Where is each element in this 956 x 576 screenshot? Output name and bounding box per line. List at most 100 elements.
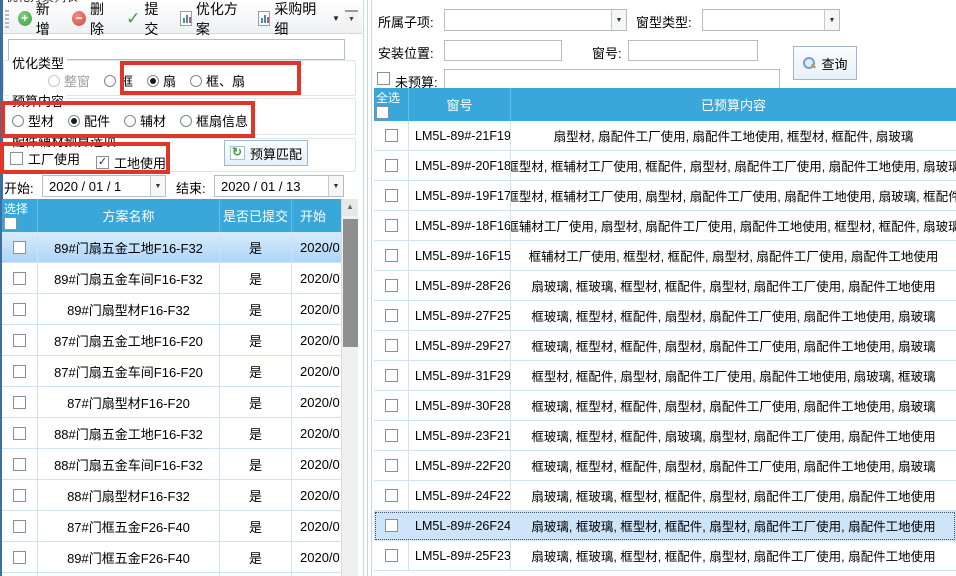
radio-budget-content[interactable]: 配件	[68, 111, 110, 130]
row-checkbox[interactable]	[385, 549, 398, 562]
checkbox-usage[interactable]: ✓工地使用	[96, 153, 166, 172]
row-checkbox[interactable]	[13, 241, 26, 254]
row-checkbox[interactable]	[13, 334, 26, 347]
no-budget-input[interactable]	[444, 69, 780, 90]
table-row[interactable]: 89#门扇五金工地F16-F32是2020/0	[2, 232, 358, 263]
end-date-picker[interactable]: 2020 / 01 / 13 ▼	[214, 175, 344, 197]
no-budget-checkbox[interactable]	[377, 72, 390, 85]
table-row[interactable]: LM5L-89#-25F23扇玻璃, 框玻璃, 框型材, 框配件, 扇型材, 扇…	[374, 541, 956, 571]
table-row[interactable]: LM5L-89#-28F26扇玻璃, 框玻璃, 框型材, 框配件, 扇型材, 扇…	[374, 271, 956, 301]
window-type-select[interactable]: ▼	[702, 9, 840, 31]
table-row[interactable]: LM5L-89#-26F24扇玻璃, 框玻璃, 框型材, 框配件, 扇型材, 扇…	[374, 511, 956, 541]
purchase-detail-button[interactable]: 采购明细 ▼	[253, 0, 345, 41]
radio-budget-content[interactable]: 框扇信息	[180, 111, 248, 130]
radio-circle-icon[interactable]	[12, 115, 24, 127]
row-checkbox[interactable]	[385, 249, 398, 262]
row-checkbox[interactable]	[385, 159, 398, 172]
table-row[interactable]: LM5L-89#-27F25框玻璃, 框型材, 框配件, 扇型材, 扇配件工厂使…	[374, 301, 956, 331]
plan-table-scrollbar[interactable]: ▲	[341, 199, 358, 576]
select-all-checkbox[interactable]	[376, 106, 389, 119]
row-checkbox[interactable]	[385, 519, 398, 532]
radio-optimize-type[interactable]: 框	[104, 71, 133, 90]
row-checkbox[interactable]	[13, 520, 26, 533]
row-checkbox[interactable]	[13, 551, 26, 564]
radio-optimize-type[interactable]: 扇	[147, 71, 176, 90]
table-row[interactable]: LM5L-89#-16F15框辅材工厂使用, 框型材, 框配件, 扇型材, 扇配…	[374, 241, 956, 271]
submit-button[interactable]: ✓ 提交	[121, 0, 174, 41]
radio-circle-icon[interactable]	[190, 75, 202, 87]
select-all-checkbox[interactable]	[4, 217, 17, 230]
query-button[interactable]: 查询	[793, 46, 857, 80]
toolbar-overflow-button[interactable]: ▼	[345, 10, 358, 28]
row-checkbox[interactable]	[385, 429, 398, 442]
radio-optimize-type[interactable]: 框、扇	[190, 71, 245, 90]
optimize-plan-button[interactable]: 优化方案	[175, 0, 254, 41]
add-button[interactable]: + 新增	[13, 0, 67, 41]
row-checkbox[interactable]	[13, 272, 26, 285]
table-row[interactable]: 89#门扇型材F16-F32是2020/0	[2, 294, 358, 325]
table-row[interactable]: 88#门扇型材F16-F32是2020/0	[2, 480, 358, 511]
radio-circle-icon[interactable]	[180, 115, 192, 127]
chevron-down-icon[interactable]: ▼	[150, 176, 165, 196]
table-row[interactable]: 88#门扇五金车间F16-F32是2020/0	[2, 449, 358, 480]
plan-name-header[interactable]: 方案名称	[38, 199, 220, 232]
table-row[interactable]: 87#门框五金F26-F40是2020/0	[2, 511, 358, 542]
table-row[interactable]: LM5L-89#-30F28框玻璃, 框型材, 框配件, 扇型材, 扇配件工厂使…	[374, 391, 956, 421]
submitted-header[interactable]: 是否已提交	[220, 199, 292, 232]
row-checkbox[interactable]	[385, 309, 398, 322]
table-row[interactable]: LM5L-89#-18F16框辅材工厂使用, 扇型材, 扇配件工厂使用, 扇配件…	[374, 211, 956, 241]
row-checkbox[interactable]	[13, 303, 26, 316]
budgeted-content-header[interactable]: 已预算内容	[511, 88, 956, 121]
row-checkbox[interactable]	[13, 458, 26, 471]
delete-button[interactable]: − 删除	[67, 0, 121, 41]
table-row[interactable]: LM5L-89#-19F17框型材, 框辅材工厂使用, 扇型材, 扇配件工厂使用…	[374, 181, 956, 211]
budget-match-button[interactable]: 预算匹配	[224, 140, 308, 166]
chevron-down-icon[interactable]: ▼	[824, 10, 839, 30]
scrollbar-thumb[interactable]	[343, 219, 358, 347]
table-row[interactable]: LM5L-89#-24F22扇玻璃, 框玻璃, 框型材, 框配件, 扇型材, 扇…	[374, 481, 956, 511]
row-checkbox[interactable]	[385, 189, 398, 202]
row-checkbox[interactable]	[385, 129, 398, 142]
chevron-down-icon[interactable]: ▼	[611, 10, 626, 30]
table-row[interactable]: LM5L-89#-29F27框玻璃, 框型材, 框配件, 扇型材, 扇配件工厂使…	[374, 331, 956, 361]
row-checkbox[interactable]	[13, 427, 26, 440]
table-row[interactable]: LM5L-89#-20F18框型材, 框辅材工厂使用, 框配件, 扇型材, 扇配…	[374, 151, 956, 181]
radio-circle-icon[interactable]	[147, 75, 159, 87]
table-row[interactable]: LM5L-89#-23F21框玻璃, 框型材, 框配件, 扇玻璃, 扇型材, 扇…	[374, 421, 956, 451]
table-row[interactable]: LM5L-89#-21F19扇型材, 扇配件工厂使用, 扇配件工地使用, 框型材…	[374, 121, 956, 151]
row-checkbox[interactable]	[385, 339, 398, 352]
checkbox-usage[interactable]: 工厂使用	[10, 149, 80, 168]
radio-circle-icon[interactable]	[68, 115, 80, 127]
row-checkbox[interactable]	[385, 279, 398, 292]
row-checkbox[interactable]	[13, 396, 26, 409]
row-checkbox[interactable]	[13, 365, 26, 378]
row-checkbox[interactable]	[385, 459, 398, 472]
row-checkbox[interactable]	[385, 369, 398, 382]
table-row[interactable]: LM5L-89#-22F20框玻璃, 框型材, 框配件, 扇型材, 扇配件工厂使…	[374, 451, 956, 481]
radio-budget-content[interactable]: 型材	[12, 111, 54, 130]
window-no-header[interactable]: 窗号	[409, 88, 511, 121]
radio-circle-icon[interactable]	[124, 115, 136, 127]
checkbox-icon[interactable]	[10, 152, 23, 165]
checkbox-icon[interactable]: ✓	[96, 156, 109, 169]
row-checkbox[interactable]	[385, 399, 398, 412]
table-row[interactable]: 89#门扇五金车间F16-F32是2020/0	[2, 263, 358, 294]
table-row[interactable]: 87#门扇型材F16-F20是2020/0	[2, 387, 358, 418]
table-row[interactable]: 87#门扇五金车间F16-F20是2020/0	[2, 356, 358, 387]
panel-splitter[interactable]	[363, 0, 364, 576]
radio-circle-icon[interactable]	[104, 75, 116, 87]
table-row[interactable]: LM5L-89#-31F29框型材, 框配件, 扇型材, 扇配件工厂使用, 扇配…	[374, 361, 956, 391]
table-row[interactable]: 87#门扇五金工地F16-F20是2020/0	[2, 325, 358, 356]
sub-item-select[interactable]: ▼	[444, 9, 627, 31]
install-pos-input[interactable]	[444, 40, 562, 61]
table-row[interactable]: 88#门扇五金工地F16-F32是2020/0	[2, 418, 358, 449]
chevron-down-icon[interactable]: ▼	[328, 176, 343, 196]
row-checkbox[interactable]	[13, 489, 26, 502]
window-no-input[interactable]	[628, 40, 758, 61]
start-date-picker[interactable]: 2020 / 01 / 1 ▼	[42, 175, 166, 197]
toolbar-grip[interactable]	[5, 10, 9, 28]
row-checkbox[interactable]	[385, 219, 398, 232]
row-checkbox[interactable]	[385, 489, 398, 502]
radio-budget-content[interactable]: 辅材	[124, 111, 166, 130]
table-row[interactable]: 89#门框五金F26-F40是2020/0	[2, 542, 358, 573]
